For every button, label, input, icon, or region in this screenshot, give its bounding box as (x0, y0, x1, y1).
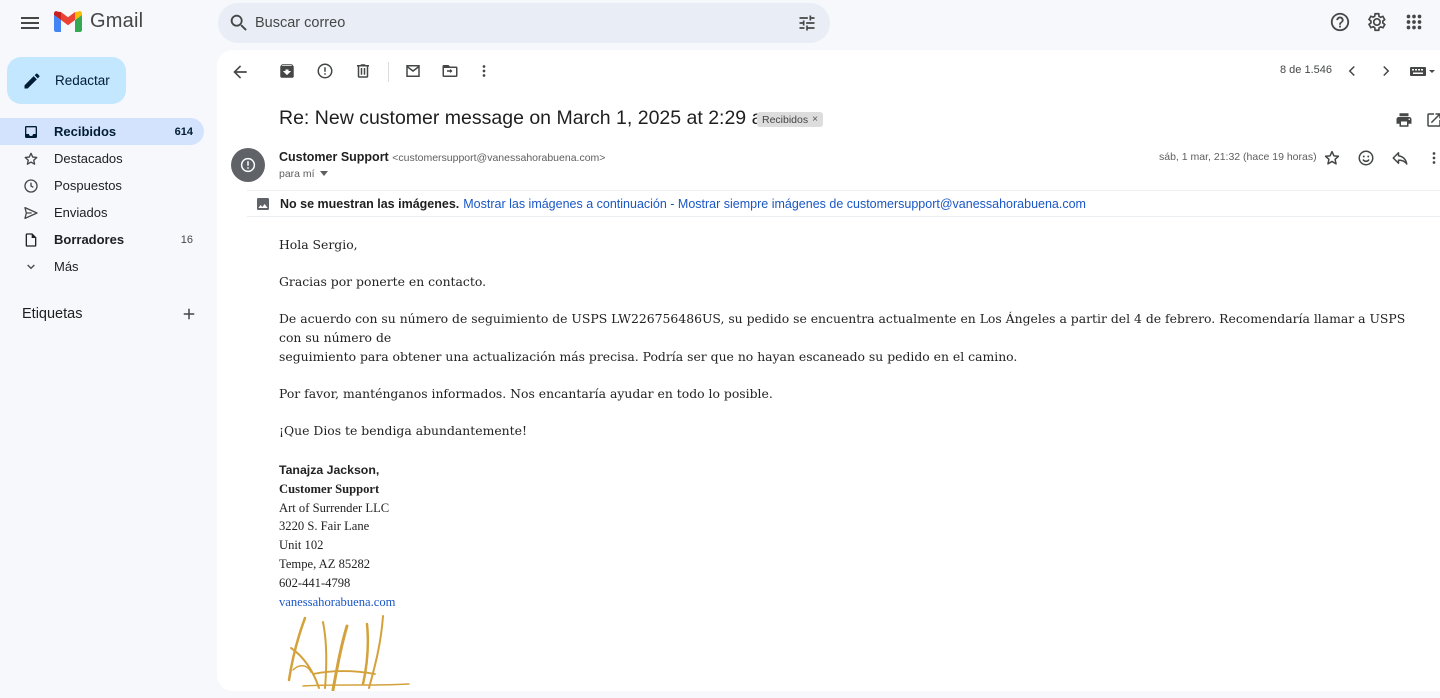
handwritten-signature-image (287, 615, 410, 691)
show-images-link[interactable]: Mostrar las imágenes a continuación - Mo… (463, 197, 1086, 211)
signature-city: Tempe, AZ 85282 (279, 556, 371, 571)
email-signature: Tanajza Jackson, Customer Support Art of… (279, 461, 395, 611)
caret-down-icon (319, 171, 328, 176)
message-panel: 8 de 1.546 Re: New customer message on M… (217, 50, 1440, 691)
sidebar-item-inbox[interactable]: Recibidos 614 (0, 118, 204, 145)
body-paragraph: Por favor, manténganos informados. Nos e… (279, 386, 773, 401)
warning-exclamation-icon (240, 157, 256, 173)
move-to-folder-icon[interactable] (441, 62, 459, 80)
sender-avatar[interactable] (231, 148, 265, 182)
sidebar-item-sent[interactable]: Enviados (0, 199, 204, 226)
search-options-icon[interactable] (797, 13, 817, 33)
label-chip-text: Recibidos (762, 113, 809, 126)
next-chevron-icon[interactable] (1377, 62, 1395, 80)
images-hidden-text: No se muestran las imágenes. (280, 196, 460, 211)
signature-address: Unit 102 (279, 538, 324, 553)
archive-icon[interactable] (278, 62, 296, 80)
pencil-icon (24, 73, 40, 88)
reply-icon[interactable] (1391, 149, 1409, 167)
signature-phone: 602-441-4798 (279, 575, 351, 590)
clock-icon (24, 179, 38, 193)
search-input[interactable] (255, 3, 775, 43)
report-spam-icon[interactable] (316, 62, 334, 80)
help-icon[interactable] (1329, 11, 1351, 33)
print-icon[interactable] (1395, 111, 1413, 129)
sender-email: <customersupport@vanessahorabuena.com> (392, 152, 606, 164)
sidebar-item-label: Más (54, 259, 79, 274)
delete-trash-icon[interactable] (354, 62, 372, 80)
star-icon[interactable] (1323, 149, 1341, 167)
body-paragraph: Gracias por ponerte en contacto. (279, 274, 487, 289)
sidebar-item-drafts[interactable]: Borradores 16 (0, 226, 204, 253)
send-icon (24, 207, 38, 219)
settings-gear-icon[interactable] (1365, 11, 1387, 33)
labels-title: Etiquetas (22, 306, 83, 322)
hamburger-menu-icon (21, 17, 39, 29)
sender-line: Customer Support <customersupport@vaness… (279, 150, 605, 164)
inbox-icon (25, 126, 37, 138)
compose-button[interactable]: Redactar (7, 57, 126, 104)
input-tools-keyboard-icon[interactable] (1409, 64, 1435, 78)
recipient-line[interactable]: para mí (279, 168, 328, 180)
message-date: sáb, 1 mar, 21:32 (hace 19 horas) (1159, 151, 1317, 163)
message-body: Hola Sergio, Gracias por ponerte en cont… (279, 235, 1429, 440)
inbox-label-chip[interactable]: Recibidos × (757, 112, 823, 127)
app-name: Gmail (90, 10, 144, 32)
signature-website-link[interactable]: vanessahorabuena.com (279, 593, 395, 612)
signature-name: Tanajza Jackson, (279, 463, 380, 477)
sender-name[interactable]: Customer Support (279, 150, 389, 164)
top-bar: Gmail (0, 0, 1440, 46)
main-menu-button[interactable] (18, 11, 42, 35)
sidebar-item-label: Pospuestos (54, 178, 122, 193)
emoji-reaction-icon[interactable] (1357, 149, 1375, 167)
labels-section-header: Etiquetas (22, 304, 198, 324)
apps-grid-icon[interactable] (1403, 11, 1425, 33)
body-closing: ¡Que Dios te bendiga abundantemente! (279, 423, 527, 438)
open-in-new-window-icon[interactable] (1425, 111, 1440, 129)
search-bar[interactable] (218, 3, 830, 43)
signature-title: Customer Support (279, 481, 380, 496)
mark-unread-icon[interactable] (404, 62, 422, 80)
draft-icon (25, 233, 37, 247)
signature-company: Art of Surrender LLC (279, 500, 390, 515)
gmail-m-icon (54, 11, 82, 32)
pagination-text: 8 de 1.546 (1280, 64, 1332, 76)
chevron-down-icon (27, 264, 35, 270)
sidebar-item-label: Recibidos (54, 124, 117, 139)
star-icon (24, 152, 38, 165)
previous-chevron-icon[interactable] (1343, 62, 1361, 80)
sidebar-item-starred[interactable]: Destacados (0, 145, 204, 172)
back-arrow-icon[interactable] (230, 62, 250, 82)
sidebar-item-label: Destacados (54, 151, 123, 166)
gmail-logo[interactable]: Gmail (54, 10, 143, 33)
body-greeting: Hola Sergio, (279, 237, 358, 252)
more-vertical-icon[interactable] (475, 62, 493, 80)
more-options-icon[interactable] (1425, 149, 1440, 167)
signature-address: 3220 S. Fair Lane (279, 519, 370, 534)
sidebar-item-label: Enviados (54, 205, 108, 220)
search-icon[interactable] (228, 12, 250, 34)
sidebar-item-label: Borradores (54, 232, 125, 247)
body-paragraph: seguimiento para obtener una actualizaci… (279, 349, 1018, 364)
image-icon (257, 197, 269, 210)
remove-label-button[interactable]: × (812, 114, 818, 125)
draft-count: 16 (180, 233, 193, 246)
sidebar-item-snoozed[interactable]: Pospuestos (0, 172, 204, 199)
unread-count: 614 (174, 125, 193, 138)
compose-label: Redactar (55, 73, 110, 88)
sidebar-nav: Recibidos 614 Destacados Pospuestos Envi… (0, 118, 216, 280)
sidebar-item-more[interactable]: Más (0, 253, 204, 280)
toolbar-divider (388, 62, 389, 82)
images-hidden-banner: No se muestran las imágenes. Mostrar las… (247, 190, 1440, 217)
body-paragraph: De acuerdo con su número de seguimiento … (279, 311, 1406, 345)
email-subject: Re: New customer message on March 1, 202… (279, 107, 779, 129)
add-label-icon[interactable] (180, 305, 198, 323)
recipient-text: para mí (279, 168, 315, 180)
